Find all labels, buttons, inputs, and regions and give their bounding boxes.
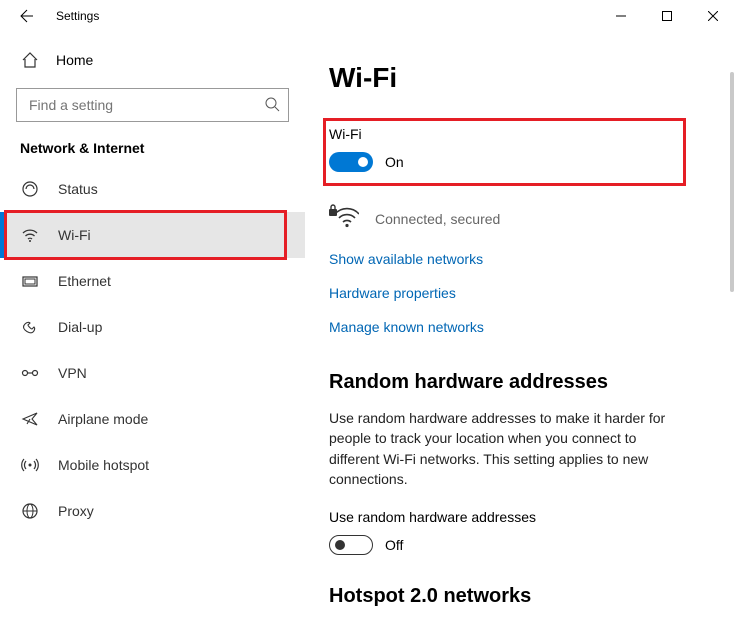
- sidebar-item-status[interactable]: Status: [0, 166, 305, 212]
- random-hw-body: Use random hardware addresses to make it…: [329, 408, 669, 489]
- secured-wifi-icon: [329, 204, 359, 233]
- random-hw-toggle-state: Off: [385, 537, 403, 553]
- sidebar-item-label: Ethernet: [58, 273, 111, 289]
- minimize-button[interactable]: [598, 0, 644, 32]
- sidebar-item-label: Proxy: [58, 503, 94, 519]
- sidebar-item-airplane[interactable]: Airplane mode: [0, 396, 305, 442]
- scrollbar-thumb[interactable]: [730, 72, 734, 292]
- search-icon: [264, 96, 280, 115]
- home-icon: [20, 51, 40, 69]
- wifi-toggle-group: Wi-Fi On: [329, 118, 716, 186]
- wifi-toggle-state: On: [385, 154, 404, 170]
- sidebar-item-label: Airplane mode: [58, 411, 148, 427]
- sidebar-item-label: Status: [58, 181, 98, 197]
- wifi-toggle-label: Wi-Fi: [329, 126, 716, 142]
- sidebar-item-label: Wi-Fi: [58, 227, 91, 243]
- search-input[interactable]: [27, 96, 264, 114]
- maximize-button[interactable]: [644, 0, 690, 32]
- sidebar-item-wifi[interactable]: Wi-Fi: [0, 212, 305, 258]
- search-box[interactable]: [16, 88, 289, 122]
- sidebar-item-vpn[interactable]: VPN: [0, 350, 305, 396]
- wifi-toggle[interactable]: On: [329, 152, 716, 172]
- sidebar-item-label: Dial-up: [58, 319, 102, 335]
- titlebar: Settings: [0, 0, 736, 32]
- sidebar-item-dialup[interactable]: Dial-up: [0, 304, 305, 350]
- link-show-networks[interactable]: Show available networks: [329, 251, 716, 267]
- page-title: Wi-Fi: [329, 62, 716, 94]
- sidebar-item-label: VPN: [58, 365, 87, 381]
- annotation-highlight: [4, 210, 287, 260]
- home-nav[interactable]: Home: [0, 40, 305, 80]
- random-hw-title: Random hardware addresses: [329, 371, 716, 394]
- random-hw-toggle[interactable]: Off: [329, 535, 716, 555]
- back-button[interactable]: [12, 2, 40, 30]
- close-button[interactable]: [690, 0, 736, 32]
- link-hardware-properties[interactable]: Hardware properties: [329, 285, 716, 301]
- link-manage-known-networks[interactable]: Manage known networks: [329, 319, 716, 335]
- vpn-icon: [20, 366, 40, 380]
- sidebar-item-hotspot[interactable]: Mobile hotspot: [0, 442, 305, 488]
- proxy-icon: [20, 502, 40, 520]
- home-label: Home: [56, 52, 93, 68]
- main-content: Wi-Fi Wi-Fi On: [305, 32, 736, 631]
- sidebar-item-label: Mobile hotspot: [58, 457, 149, 473]
- hotspot-icon: [20, 456, 40, 474]
- wifi-connection-status: Connected, secured: [329, 204, 716, 233]
- sidebar-item-ethernet[interactable]: Ethernet: [0, 258, 305, 304]
- ethernet-icon: [20, 272, 40, 290]
- sidebar-item-proxy[interactable]: Proxy: [0, 488, 305, 534]
- wifi-icon: [20, 226, 40, 244]
- scrollbar[interactable]: [730, 72, 734, 625]
- connection-status-text: Connected, secured: [375, 211, 500, 227]
- hotspot2-title: Hotspot 2.0 networks: [329, 585, 716, 608]
- airplane-icon: [20, 410, 40, 428]
- sidebar: Home Network & Internet Status: [0, 32, 305, 631]
- window-title: Settings: [56, 9, 99, 23]
- dialup-icon: [20, 318, 40, 336]
- random-hw-sub-label: Use random hardware addresses: [329, 509, 716, 525]
- sidebar-section-label: Network & Internet: [0, 122, 305, 166]
- status-icon: [20, 180, 40, 198]
- sidebar-nav: Status Wi-Fi Ethernet: [0, 166, 305, 534]
